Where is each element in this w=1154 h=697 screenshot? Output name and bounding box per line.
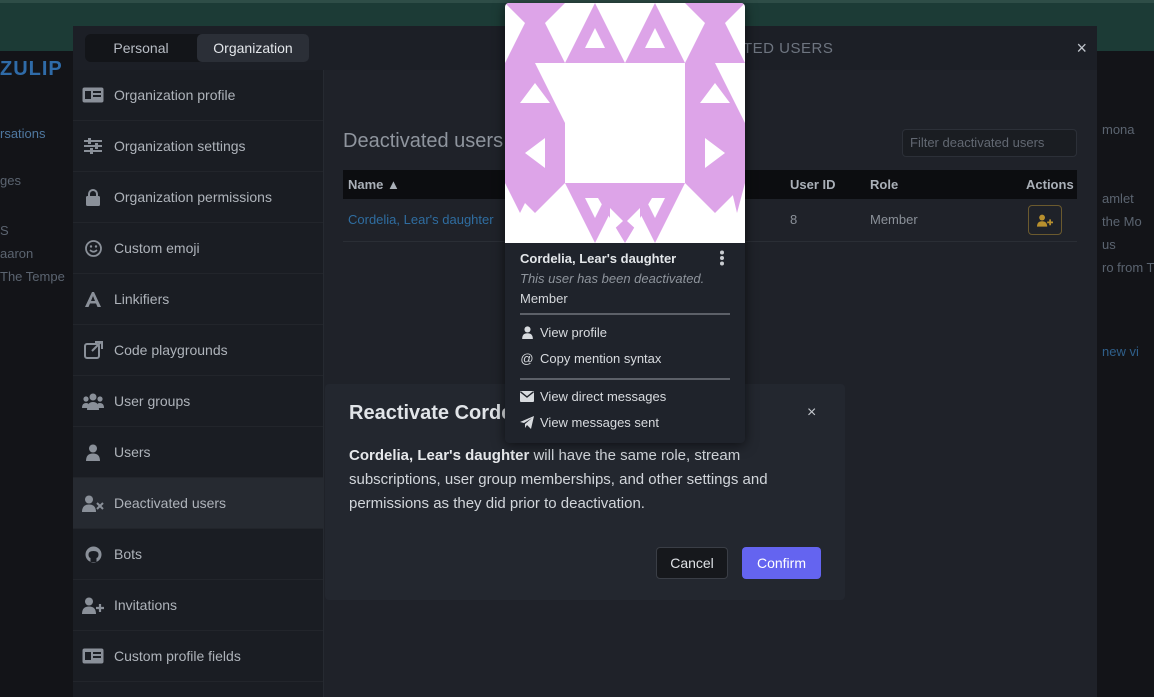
popover-user-role: Member [520, 291, 568, 306]
sidebar-item-label: Custom profile fields [114, 648, 241, 664]
sidebar-item-organization-permissions[interactable]: Organization permissions [73, 172, 323, 223]
popover-divider [520, 378, 730, 380]
menu-item-label: Copy mention syntax [540, 351, 662, 366]
page-title: Deactivated users [343, 130, 504, 152]
id-card-icon [82, 85, 104, 105]
identicon-avatar-image [505, 3, 745, 243]
sidebar-item-label: Bots [114, 546, 143, 562]
bg-right-item: the Mo [1102, 214, 1142, 229]
bg-left-item: S [0, 223, 9, 238]
settings-close-button[interactable]: × [1076, 38, 1087, 59]
sidebar-item-label: Code playgrounds [114, 342, 228, 358]
column-header-name[interactable]: Name ▲ [348, 177, 400, 192]
sidebar-item-user-groups[interactable]: User groups [73, 376, 323, 427]
sliders-icon [82, 136, 104, 156]
filter-deactivated-users-input[interactable]: Filter deactivated users [902, 129, 1077, 157]
sidebar-item-label: Organization settings [114, 138, 246, 154]
popover-user-name: Cordelia, Lear's daughter [520, 251, 677, 266]
column-header-actions: Actions [1026, 177, 1074, 192]
cancel-button[interactable]: Cancel [656, 547, 728, 579]
font-a-icon [82, 289, 104, 309]
bg-right-item: mona [1102, 122, 1135, 137]
lock-icon [82, 187, 104, 207]
bg-left-item: aaron [0, 246, 34, 261]
sidebar-item-custom-emoji[interactable]: Custom emoji [73, 223, 323, 274]
copy-mention-syntax-menu-item[interactable]: @ Copy mention syntax [520, 351, 661, 366]
user-icon [82, 442, 104, 462]
modal-body: Cordelia, Lear's daughter will have the … [349, 444, 799, 516]
sidebar-item-organization-profile[interactable]: Organization profile [73, 70, 323, 121]
smiley-icon [82, 238, 104, 258]
sidebar-item-bots[interactable]: Bots [73, 529, 323, 580]
settings-tab-switcher: Personal Organization [85, 34, 309, 62]
user-info-popover: Cordelia, Lear's daughter This user has … [505, 3, 745, 443]
users-group-icon [82, 391, 104, 411]
sidebar-item-users[interactable]: Users [73, 427, 323, 478]
sidebar-item-label: Organization profile [114, 87, 236, 103]
tab-organization[interactable]: Organization [197, 34, 309, 62]
paper-plane-icon [520, 416, 534, 430]
sidebar-item-code-playgrounds[interactable]: Code playgrounds [73, 325, 323, 376]
sidebar-item-label: User groups [114, 393, 191, 409]
user-avatar [505, 3, 745, 243]
modal-close-button[interactable]: × [807, 404, 816, 422]
external-link-icon [82, 340, 104, 360]
sidebar-item-linkifiers[interactable]: Linkifiers [73, 274, 323, 325]
menu-item-label: View direct messages [540, 389, 667, 404]
user-name-link[interactable]: Cordelia, Lear's daughter [348, 212, 494, 227]
sidebar-item-custom-profile-fields[interactable]: Custom profile fields [73, 631, 323, 682]
sidebar-item-label: Organization permissions [114, 189, 272, 205]
menu-item-label: View messages sent [540, 415, 659, 430]
confirm-button[interactable]: Confirm [742, 547, 821, 579]
user-plus-icon [1037, 214, 1053, 227]
app-logo: ZULIP [0, 58, 63, 80]
modal-body-user-name: Cordelia, Lear's daughter [349, 447, 530, 464]
bg-right-item: ro from T [1102, 260, 1154, 275]
sidebar-item-deactivated-users[interactable]: Deactivated users [73, 478, 323, 529]
at-icon: @ [520, 351, 534, 366]
github-icon [82, 544, 104, 564]
settings-sidebar: Organization profile Organization settin… [73, 70, 324, 697]
id-card-icon [82, 646, 104, 666]
sidebar-item-invitations[interactable]: Invitations [73, 580, 323, 631]
reactivate-user-button[interactable] [1028, 205, 1062, 235]
bg-right-item: us [1102, 237, 1116, 252]
sidebar-item-label: Custom emoji [114, 240, 200, 256]
tab-personal[interactable]: Personal [85, 34, 197, 62]
settings-section-title: TED USERS [743, 40, 834, 57]
user-x-icon [82, 493, 104, 513]
column-header-user-id[interactable]: User ID [790, 177, 836, 192]
bg-right-item: amlet [1102, 191, 1134, 206]
user-icon [520, 326, 534, 340]
column-header-role[interactable]: Role [870, 177, 898, 192]
sidebar-item-label: Users [114, 444, 151, 460]
envelope-icon [520, 390, 534, 404]
sidebar-item-organization-settings[interactable]: Organization settings [73, 121, 323, 172]
bg-left-item: The Tempe [0, 269, 65, 284]
menu-item-label: View profile [540, 325, 607, 340]
user-plus-icon [82, 595, 104, 615]
more-options-icon[interactable] [718, 250, 726, 266]
bg-right-item: new vi [1102, 344, 1139, 359]
user-id-cell: 8 [790, 212, 798, 227]
bg-left-item: rsations [0, 126, 46, 141]
sidebar-item-label: Deactivated users [114, 495, 227, 511]
user-role-cell: Member [870, 212, 918, 227]
popover-divider [520, 313, 730, 315]
sidebar-item-label: Linkifiers [114, 291, 170, 307]
sidebar-item-label: Invitations [114, 597, 178, 613]
view-profile-menu-item[interactable]: View profile [520, 325, 607, 340]
view-messages-sent-menu-item[interactable]: View messages sent [520, 415, 659, 430]
popover-user-status: This user has been deactivated. [520, 271, 705, 286]
bg-left-item: ges [0, 173, 21, 188]
view-direct-messages-menu-item[interactable]: View direct messages [520, 389, 666, 404]
